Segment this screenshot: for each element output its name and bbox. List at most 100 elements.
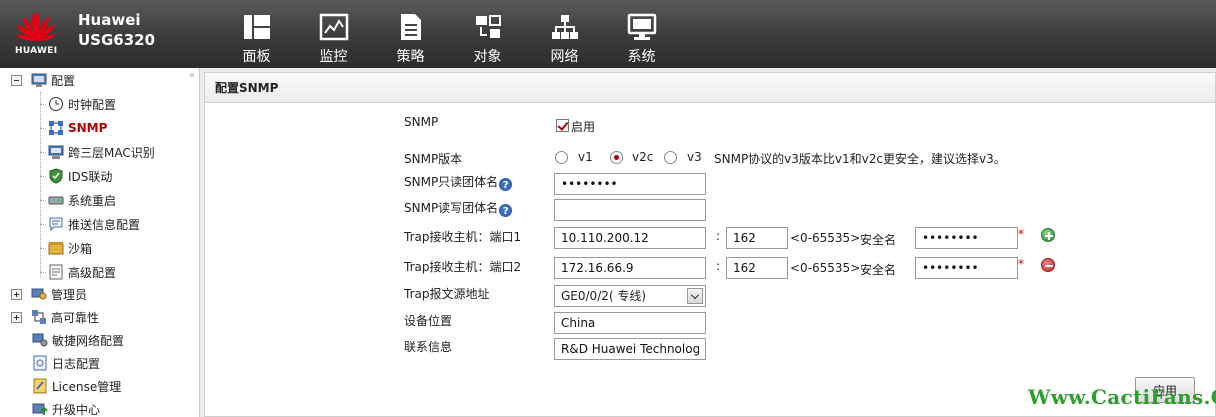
help-icon[interactable]: ? <box>499 178 513 191</box>
snmp-label: SNMP <box>404 115 439 129</box>
version-v2c-radio[interactable] <box>610 151 623 164</box>
sidebar-item-sandbox[interactable]: 沙箱 <box>40 237 92 259</box>
sidebar-item-ids[interactable]: IDS联动 <box>40 165 112 187</box>
version-v1-radio[interactable] <box>555 151 568 164</box>
tree-connector <box>40 223 46 225</box>
expand-node-icon[interactable] <box>11 311 22 323</box>
nav-monitor[interactable]: 监控 <box>295 0 372 68</box>
sidebar-item-clock[interactable]: 时钟配置 <box>40 93 116 115</box>
nav-policy[interactable]: 策略 <box>372 0 449 68</box>
remove-trap-host-button[interactable] <box>1041 258 1055 272</box>
port-separator: : <box>716 259 721 273</box>
trap-host2-secname-input[interactable] <box>915 257 1018 279</box>
object-icon <box>475 15 501 38</box>
product-line2: USG6320 <box>78 31 156 49</box>
product-name: Huawei USG6320 <box>78 10 155 50</box>
tree-node-config[interactable]: 配置 <box>11 69 75 91</box>
tree-connector <box>40 151 46 153</box>
dashboard-icon <box>243 15 270 39</box>
tree-connector <box>40 247 46 249</box>
tree-connector <box>40 103 46 105</box>
trap-host1-label: Trap接收主机：端口1 <box>404 230 522 244</box>
snmp-config-panel: 配置SNMP SNMP 启用 SNMP版本 v1 v2c v3 SNMP协议的v… <box>204 72 1216 417</box>
sidebar-item-log[interactable]: 日志配置 <box>32 352 100 374</box>
tree-label: 沙箱 <box>68 241 93 256</box>
contact-label: 联系信息 <box>404 340 453 354</box>
system-monitor-icon <box>627 13 656 40</box>
required-mark: * <box>1018 227 1024 241</box>
port-range-hint: <0-65535> <box>790 261 861 275</box>
trap-host1-port-input[interactable] <box>726 227 788 249</box>
sidebar-item-upgrade[interactable]: 升级中心 <box>32 398 100 417</box>
tree-node-admin[interactable]: 管理员 <box>11 283 87 305</box>
secname-label: 安全名 <box>860 233 897 247</box>
nav-label: 网络 <box>550 49 579 65</box>
contact-input[interactable] <box>554 338 706 360</box>
version-v3-label: v3 <box>687 150 702 164</box>
tree-label: 推送信息配置 <box>68 217 141 232</box>
tree-node-ha[interactable]: 高可靠性 <box>11 306 99 328</box>
trap-host2-port-input[interactable] <box>726 257 788 279</box>
top-header: HUAWEI Huawei USG6320 面板 监控 策略 对象 网络 系统 <box>0 0 1216 68</box>
tree-label: IDS联动 <box>68 169 113 184</box>
tree-label: 配置 <box>51 73 76 88</box>
trap-host1-ip-input[interactable] <box>554 227 706 249</box>
restart-icon <box>48 196 64 205</box>
sidebar-item-license[interactable]: License管理 <box>32 375 121 397</box>
nav-label: 系统 <box>627 49 656 65</box>
sidebar-item-snmp[interactable]: SNMP <box>40 117 107 139</box>
version-label: SNMP版本 <box>404 152 463 166</box>
config-monitor-icon <box>31 73 47 87</box>
trap-source-select[interactable]: GE0/0/2( 专线) <box>554 285 706 307</box>
sandbox-icon <box>48 242 64 255</box>
help-icon[interactable]: ? <box>499 204 513 217</box>
sidebar-item-agile[interactable]: 敏捷网络配置 <box>32 329 124 351</box>
huawei-logo: HUAWEI <box>14 8 60 60</box>
version-v3-radio[interactable] <box>664 151 677 164</box>
monitor-chart-icon <box>319 13 348 41</box>
tree-label: 日志配置 <box>52 356 101 371</box>
ro-community-input[interactable] <box>554 173 706 195</box>
secname-label: 安全名 <box>860 263 897 277</box>
snmp-icon <box>49 121 63 135</box>
clock-icon <box>49 97 63 111</box>
trap-host2-ip-input[interactable] <box>554 257 706 279</box>
chevron-down-icon[interactable] <box>687 288 703 304</box>
location-input[interactable] <box>554 312 706 334</box>
sidebar-item-mac[interactable]: 跨三层MAC识别 <box>40 141 155 163</box>
nav-system[interactable]: 系统 <box>603 0 680 68</box>
sidebar-item-push[interactable]: 推送信息配置 <box>40 213 140 235</box>
enable-snmp-checkbox[interactable] <box>556 119 569 132</box>
huawei-flower-icon <box>16 12 56 41</box>
sidebar-item-restart[interactable]: 系统重启 <box>40 189 116 211</box>
nav-network[interactable]: 网络 <box>526 0 603 68</box>
sidebar-item-advanced[interactable]: 高级配置 <box>40 261 116 283</box>
product-line1: Huawei <box>78 11 141 29</box>
policy-document-icon <box>400 14 421 40</box>
version-v1-label: v1 <box>578 150 593 164</box>
tree-label: License管理 <box>52 379 122 394</box>
trap-host1-secname-input[interactable] <box>915 227 1018 249</box>
tree-label: 升级中心 <box>52 402 101 417</box>
watermark-text: Www.CactiFans.Org <box>1028 385 1216 409</box>
mac-identify-icon <box>48 145 64 159</box>
add-trap-host-button[interactable] <box>1041 228 1055 242</box>
rw-community-input[interactable] <box>554 199 706 221</box>
port-separator: : <box>716 229 721 243</box>
expand-node-icon[interactable] <box>11 288 22 300</box>
ro-community-label: SNMP只读团体名? <box>404 173 513 191</box>
tree-label: 敏捷网络配置 <box>52 333 125 348</box>
main-nav: 面板 监控 策略 对象 网络 系统 <box>218 0 680 68</box>
location-label: 设备位置 <box>404 314 453 328</box>
collapse-sidebar-button[interactable]: « <box>189 70 195 81</box>
nav-object[interactable]: 对象 <box>449 0 526 68</box>
trap-source-value: GE0/0/2( 专线) <box>561 289 647 303</box>
upgrade-icon <box>32 403 48 415</box>
brand-text: HUAWEI <box>15 46 58 56</box>
tree-label: 系统重启 <box>68 193 117 208</box>
collapse-node-icon[interactable] <box>11 74 22 86</box>
tree-label: 管理员 <box>51 287 88 302</box>
sidebar-tree: « 配置 时钟配置 SNMP 跨三层MAC识别 IDS联动 系统重启 推送信息配… <box>0 68 200 417</box>
nav-dashboard[interactable]: 面板 <box>218 0 295 68</box>
nav-label: 面板 <box>242 49 271 65</box>
